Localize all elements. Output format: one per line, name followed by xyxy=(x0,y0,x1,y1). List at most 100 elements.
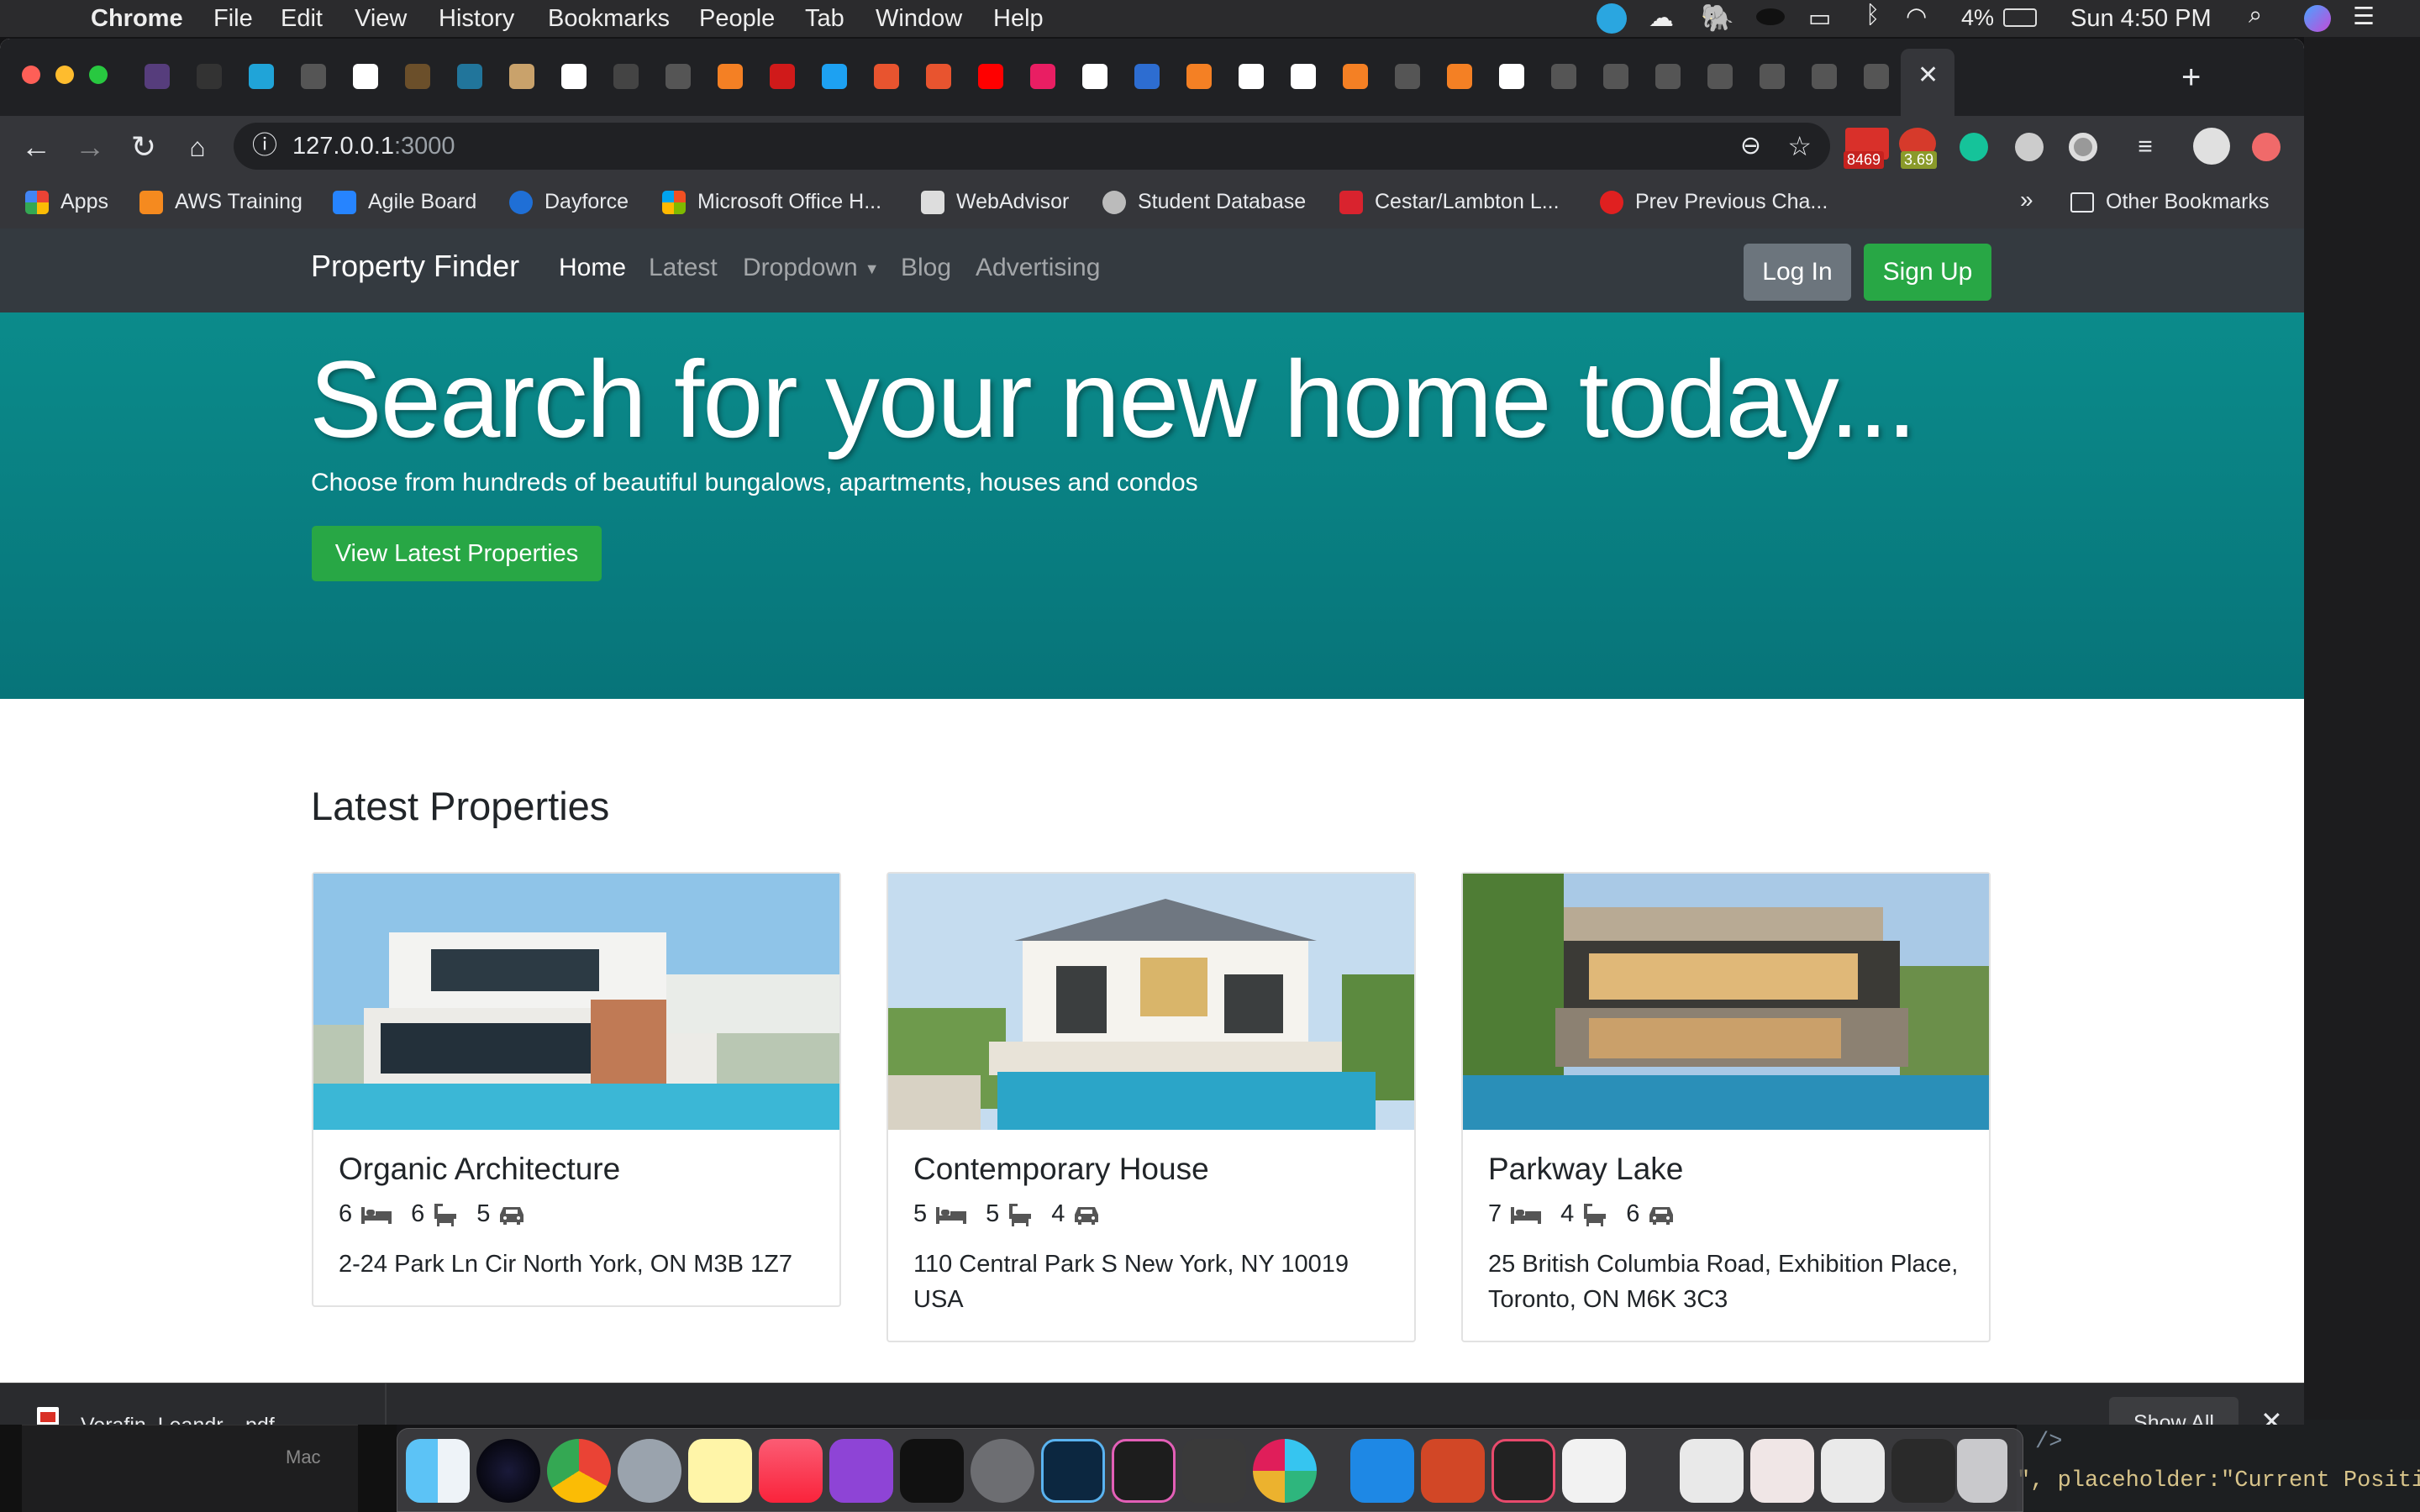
profile-avatar[interactable] xyxy=(2193,128,2230,165)
sublime-text-icon[interactable] xyxy=(1182,1439,1246,1503)
tab-favicon-icon[interactable] xyxy=(874,64,899,89)
podcasts-icon[interactable] xyxy=(829,1439,893,1503)
tab-favicon-icon[interactable] xyxy=(1343,64,1368,89)
tab-favicon-icon[interactable] xyxy=(1186,64,1212,89)
reload-icon[interactable]: ↻ xyxy=(121,124,166,170)
tab-favicon-icon[interactable] xyxy=(249,64,274,89)
tab-favicon-icon[interactable] xyxy=(1447,64,1472,89)
tab-favicon-icon[interactable] xyxy=(197,64,222,89)
tab-favicon-icon[interactable] xyxy=(1134,64,1160,89)
tab-favicon-icon[interactable] xyxy=(1082,64,1107,89)
tab-favicon-icon[interactable] xyxy=(978,64,1003,89)
menu-view[interactable]: View xyxy=(355,5,407,33)
document-icon[interactable] xyxy=(1680,1439,1744,1503)
tab-favicon-icon[interactable] xyxy=(353,64,378,89)
battery-percent[interactable]: 4% xyxy=(1961,5,1994,31)
siri-icon[interactable] xyxy=(2304,5,2331,32)
bookmark-agile-board[interactable]: Agile Board xyxy=(333,190,476,215)
property-title[interactable]: Organic Architecture xyxy=(339,1152,814,1187)
textedit-icon[interactable] xyxy=(1562,1439,1626,1503)
bookmark-webadvisor[interactable]: WebAdvisor xyxy=(921,190,1069,215)
forward-icon[interactable]: → xyxy=(67,124,113,170)
bookmark-student-database[interactable]: Student Database xyxy=(1102,190,1306,215)
bookmark-aws-training[interactable]: AWS Training xyxy=(139,190,302,215)
tab-favicon-icon[interactable] xyxy=(1603,64,1628,89)
property-title[interactable]: Contemporary House xyxy=(913,1152,1389,1187)
wifi-icon[interactable]: ◠ xyxy=(1906,2,1927,31)
nav-advertising[interactable]: Advertising xyxy=(976,254,1100,282)
notes-icon[interactable] xyxy=(688,1439,752,1503)
menu-app-name[interactable]: Chrome xyxy=(91,5,183,33)
close-tab-icon[interactable]: ✕ xyxy=(1918,60,1939,90)
vscode-icon[interactable] xyxy=(1350,1439,1414,1503)
menu-bookmarks[interactable]: Bookmarks xyxy=(548,5,670,33)
nav-latest[interactable]: Latest xyxy=(649,254,718,282)
slack-icon[interactable] xyxy=(1253,1439,1317,1503)
siri-app-icon[interactable] xyxy=(476,1439,540,1503)
tab-favicon-icon[interactable] xyxy=(301,64,326,89)
address-bar[interactable]: ⓘ 127.0.0.1:3000 ⊖ ☆ xyxy=(234,123,1830,170)
property-card[interactable]: Organic Architecture 6 6 5 2-24 Park Ln … xyxy=(312,872,841,1307)
chrome-app-icon[interactable] xyxy=(547,1439,611,1503)
tab-favicon-icon[interactable] xyxy=(1655,64,1681,89)
tab-favicon-icon[interactable] xyxy=(1395,64,1420,89)
bookmark-other-bookmarks[interactable]: Other Bookmarks xyxy=(2070,190,2270,214)
active-tab[interactable]: ✕ xyxy=(1901,49,1954,116)
tab-favicon-icon[interactable] xyxy=(1760,64,1785,89)
tab-favicon-icon[interactable] xyxy=(1030,64,1055,89)
bookmark-dayforce[interactable]: Dayforce xyxy=(509,190,629,215)
show-all-button[interactable]: Show All xyxy=(2109,1397,2238,1425)
bookmark-star-icon[interactable]: ☆ xyxy=(1787,123,1812,170)
grammarly-icon[interactable] xyxy=(1960,133,1988,161)
bookmark-microsoft-office[interactable]: Microsoft Office H... xyxy=(662,190,881,215)
close-window-button[interactable] xyxy=(22,66,40,84)
tab-favicon-icon[interactable] xyxy=(1291,64,1316,89)
login-button[interactable]: Log In xyxy=(1744,244,1851,301)
tab-favicon-icon[interactable] xyxy=(666,64,691,89)
download-item[interactable]: Verafin_Leandr....pdf ︿ xyxy=(0,1383,387,1425)
apple-tv-icon[interactable] xyxy=(900,1439,964,1503)
tab-favicon-icon[interactable] xyxy=(405,64,430,89)
trash-icon[interactable] xyxy=(1957,1439,2007,1503)
new-tab-button[interactable]: + xyxy=(2181,59,2201,97)
zoom-window-button[interactable] xyxy=(89,66,108,84)
view-latest-properties-button[interactable]: View Latest Properties xyxy=(312,526,602,581)
media-control-icon[interactable]: ≡ xyxy=(2123,124,2168,170)
finder-icon[interactable] xyxy=(406,1439,470,1503)
nav-home[interactable]: Home xyxy=(559,254,626,282)
bookmark-prev-previous[interactable]: Prev Previous Cha... xyxy=(1600,190,1828,215)
bookmarks-overflow-icon[interactable]: » xyxy=(2020,186,2033,213)
info-icon[interactable]: ⓘ xyxy=(252,123,277,170)
window-thumbnail-icon[interactable] xyxy=(1750,1439,1814,1503)
back-icon[interactable]: ← xyxy=(13,124,59,170)
site-brand[interactable]: Property Finder xyxy=(311,249,519,284)
tab-favicon-icon[interactable] xyxy=(1499,64,1524,89)
menu-help[interactable]: Help xyxy=(993,5,1044,33)
tab-favicon-icon[interactable] xyxy=(613,64,639,89)
extension-icon[interactable] xyxy=(2069,133,2097,161)
window-thumbnail-icon[interactable] xyxy=(1821,1439,1885,1503)
tab-favicon-icon[interactable] xyxy=(561,64,587,89)
nav-blog[interactable]: Blog xyxy=(901,254,951,282)
menu-edit[interactable]: Edit xyxy=(281,5,323,33)
nav-dropdown[interactable]: Dropdown ▼ xyxy=(743,254,880,282)
tab-favicon-icon[interactable] xyxy=(926,64,951,89)
minimize-window-button[interactable] xyxy=(55,66,74,84)
tab-favicon-icon[interactable] xyxy=(770,64,795,89)
bookmark-cestar-lambton[interactable]: Cestar/Lambton L... xyxy=(1339,190,1560,215)
property-title[interactable]: Parkway Lake xyxy=(1488,1152,1964,1187)
bluetooth-icon[interactable]: ᛒ xyxy=(1865,2,1880,29)
creative-cloud-icon[interactable]: ☁ xyxy=(1649,3,1674,33)
chevron-up-icon[interactable]: ︿ xyxy=(336,1407,358,1425)
terminal-icon[interactable] xyxy=(1112,1439,1176,1503)
tab-favicon-icon[interactable] xyxy=(457,64,482,89)
notification-center-icon[interactable]: ☰ xyxy=(2353,2,2375,31)
update-icon[interactable] xyxy=(2252,133,2281,161)
powerpoint-icon[interactable] xyxy=(1421,1439,1485,1503)
evernote-icon[interactable]: 🐘 xyxy=(1701,2,1734,34)
zoom-icon[interactable]: ⊖ xyxy=(1740,123,1761,170)
tab-favicon-icon[interactable] xyxy=(1239,64,1264,89)
launchpad-icon[interactable] xyxy=(618,1439,681,1503)
lightroom-icon[interactable] xyxy=(1041,1439,1105,1503)
menu-clock[interactable]: Sun 4:50 PM xyxy=(2070,5,2212,33)
